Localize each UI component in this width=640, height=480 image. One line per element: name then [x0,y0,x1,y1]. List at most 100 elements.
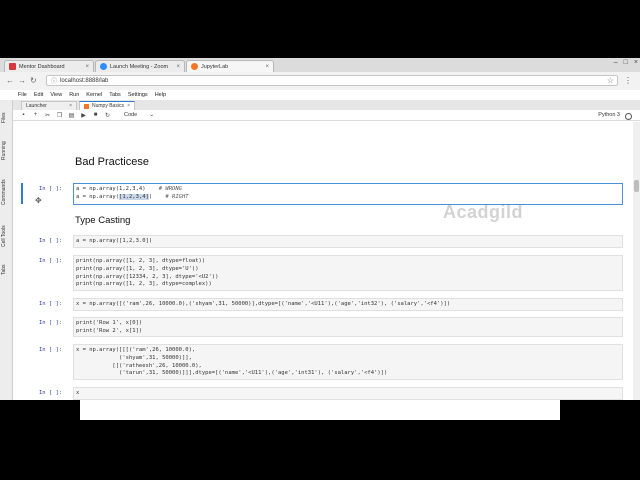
acadgild-watermark: Acadgild [443,202,524,222]
menu-view[interactable]: View [50,92,62,98]
code-line: a = np.array(1,2,3,4) # WRONG [76,186,182,192]
cell-prompt: In [ ]: [39,320,63,326]
doc-tab-launcher[interactable]: Launcher × [21,101,77,110]
code-cell-6[interactable]: x = np.array([[[('ram',26, 10000.0), ('s… [73,344,623,380]
code-line: print(np.array([1, 2, 3], dtype=complex)… [76,281,212,288]
cell-type-value: Code [124,112,138,118]
doc-tab-label: Launcher [26,103,47,109]
code-cell-3[interactable]: print(np.array([1, 2, 3], dtype=float)) … [73,255,623,291]
close-icon[interactable]: × [85,64,89,70]
overlay-box [80,400,560,420]
cut-icon[interactable]: ✂ [44,112,51,119]
doc-tab-label: Numpy Basics P [92,103,124,109]
code-line: print(np.array([1, 2, 3], dtype='U')) [76,265,199,272]
browser-menu-icon[interactable]: ⋮ [624,76,632,85]
menu-edit[interactable]: Edit [34,92,43,98]
kernel-status-icon [625,113,632,120]
code-line: print(np.array([12334, 2, 3], dtype='<U2… [76,273,219,280]
address-bar-row: ← → ↻ ⓘ localhost:8888/lab ☆ ⋮ [0,72,640,91]
cell-prompt: In [ ]: [39,347,63,353]
code-cell-4[interactable]: x = np.array([('ram',26, 10000.0),('shya… [73,298,623,311]
vertical-scrollbar[interactable] [633,122,640,400]
code-line: a = np.array([1,2,3,4]) # RIGHT [76,193,189,200]
minimize-icon[interactable]: – [614,59,618,66]
active-cell-indicator [21,183,23,204]
sidebar-tab-files[interactable]: Files [1,106,11,130]
info-icon: ⓘ [51,79,58,85]
sidebar-tab-running[interactable]: Running [1,136,11,166]
cell-prompt: In [ ]: [39,186,63,192]
code-line: ('tarun',31, 50000)]]],dtype=[('name','<… [76,370,388,377]
code-line: ('shyam',31, 50000)]], [76,354,192,361]
code-cell-7[interactable]: x [73,387,623,400]
bookmark-star-icon[interactable]: ☆ [607,76,614,85]
close-icon[interactable]: × [69,103,72,109]
menu-file[interactable]: File [18,92,27,98]
maximize-icon[interactable]: □ [624,59,628,66]
close-icon[interactable]: × [176,64,180,70]
sidebar-tab-cell-tools[interactable]: Cell Tools [1,218,11,254]
code-line: x = np.array([[[('ram',26, 10000.0), [76,347,196,353]
back-icon[interactable]: ← [6,76,14,85]
cell-type-select[interactable]: Code ⌄ [124,112,154,118]
mentor-dashboard-favicon-icon [9,63,16,70]
paste-icon[interactable]: ▤ [68,112,75,119]
restart-icon[interactable]: ↻ [104,112,111,119]
sidebar-tab-commands[interactable]: Commands [1,172,11,212]
cell-prompt: In [ ]: [39,390,63,396]
run-icon[interactable]: ▶ [80,112,87,119]
menu-tabs[interactable]: Tabs [109,92,121,98]
move-cursor-icon: ✥ [35,196,42,205]
browser-tab-zoom[interactable]: Launch Meeting - Zoom × [95,60,185,72]
cell-prompt: In [ ]: [39,258,63,264]
heading-type-casting: Type Casting [75,215,131,226]
stop-icon[interactable]: ■ [92,112,99,118]
window-controls: – □ × [614,59,638,66]
code-line: x = np.array([('ram',26, 10000.0),('shya… [76,301,451,307]
code-line: print('Row 2', x[1]) [76,327,143,334]
browser-tab-jupyterlab[interactable]: JupyterLab × [186,60,274,72]
save-icon[interactable]: ▪ [20,112,27,118]
code-cell-5[interactable]: print('Row 1', x[0]) print('Row 2', x[1]… [73,317,623,337]
cell-prompt: In [ ]: [39,301,63,307]
forward-icon[interactable]: → [18,76,26,85]
menu-kernel[interactable]: Kernel [86,92,102,98]
menu-settings[interactable]: Settings [128,92,148,98]
browser-tab-mentor-dashboard[interactable]: Mentor Dashboard × [4,60,94,72]
code-cell-1[interactable]: a = np.array(1,2,3,4) # WRONG a = np.arr… [73,183,623,205]
jupyter-menu-bar: File Edit View Run Kernel Tabs Settings … [0,90,640,100]
menu-help[interactable]: Help [155,92,166,98]
code-line: x [76,390,80,396]
browser-tab-label: JupyterLab [201,63,229,70]
scrollbar-thumb[interactable] [634,180,639,192]
code-line: a = np.array([1,2,3.0]) [76,238,153,244]
chevron-down-icon: ⌄ [149,112,154,118]
window-close-icon[interactable]: × [634,59,638,66]
code-line: print('Row 1', x[0]) [76,320,143,326]
browser-tab-label: Launch Meeting - Zoom [110,63,169,70]
copy-icon[interactable]: ❐ [56,112,63,119]
jupyter-favicon-icon [191,63,198,70]
add-cell-icon[interactable]: + [32,112,39,118]
text-selection: [1,2,3,4] [119,193,149,200]
reload-icon[interactable]: ↻ [30,76,37,85]
url-text: localhost:8888/lab [60,77,109,84]
close-icon[interactable]: × [127,103,130,109]
doc-tab-numpy-basics[interactable]: Numpy Basics P × [79,101,135,110]
heading-bad-practicese: Bad Practicese [75,156,149,168]
code-cell-2[interactable]: a = np.array([1,2,3.0]) [73,235,623,248]
kernel-name[interactable]: Python 3 [598,112,620,118]
close-icon[interactable]: × [265,64,269,70]
zoom-favicon-icon [100,63,107,70]
left-sidebar: Files Running Commands Cell Tools Tabs [0,100,13,400]
cell-prompt: In [ ]: [39,238,63,244]
sidebar-tab-tabs[interactable]: Tabs [1,260,11,280]
code-line: print(np.array([1, 2, 3], dtype=float)) [76,258,206,264]
screen: Mentor Dashboard × Launch Meeting - Zoom… [0,58,640,400]
browser-tab-strip: Mentor Dashboard × Launch Meeting - Zoom… [0,58,640,72]
url-bar[interactable]: ⓘ localhost:8888/lab [46,75,618,86]
notebook-body: Acadgild Bad Practicese In [ ]: a = np.a… [13,122,633,400]
menu-run[interactable]: Run [69,92,79,98]
browser-tab-label: Mentor Dashboard [19,63,65,70]
notebook-toolbar: ▪ + ✂ ❐ ▤ ▶ ■ ↻ Code ⌄ Python 3 [13,110,640,121]
